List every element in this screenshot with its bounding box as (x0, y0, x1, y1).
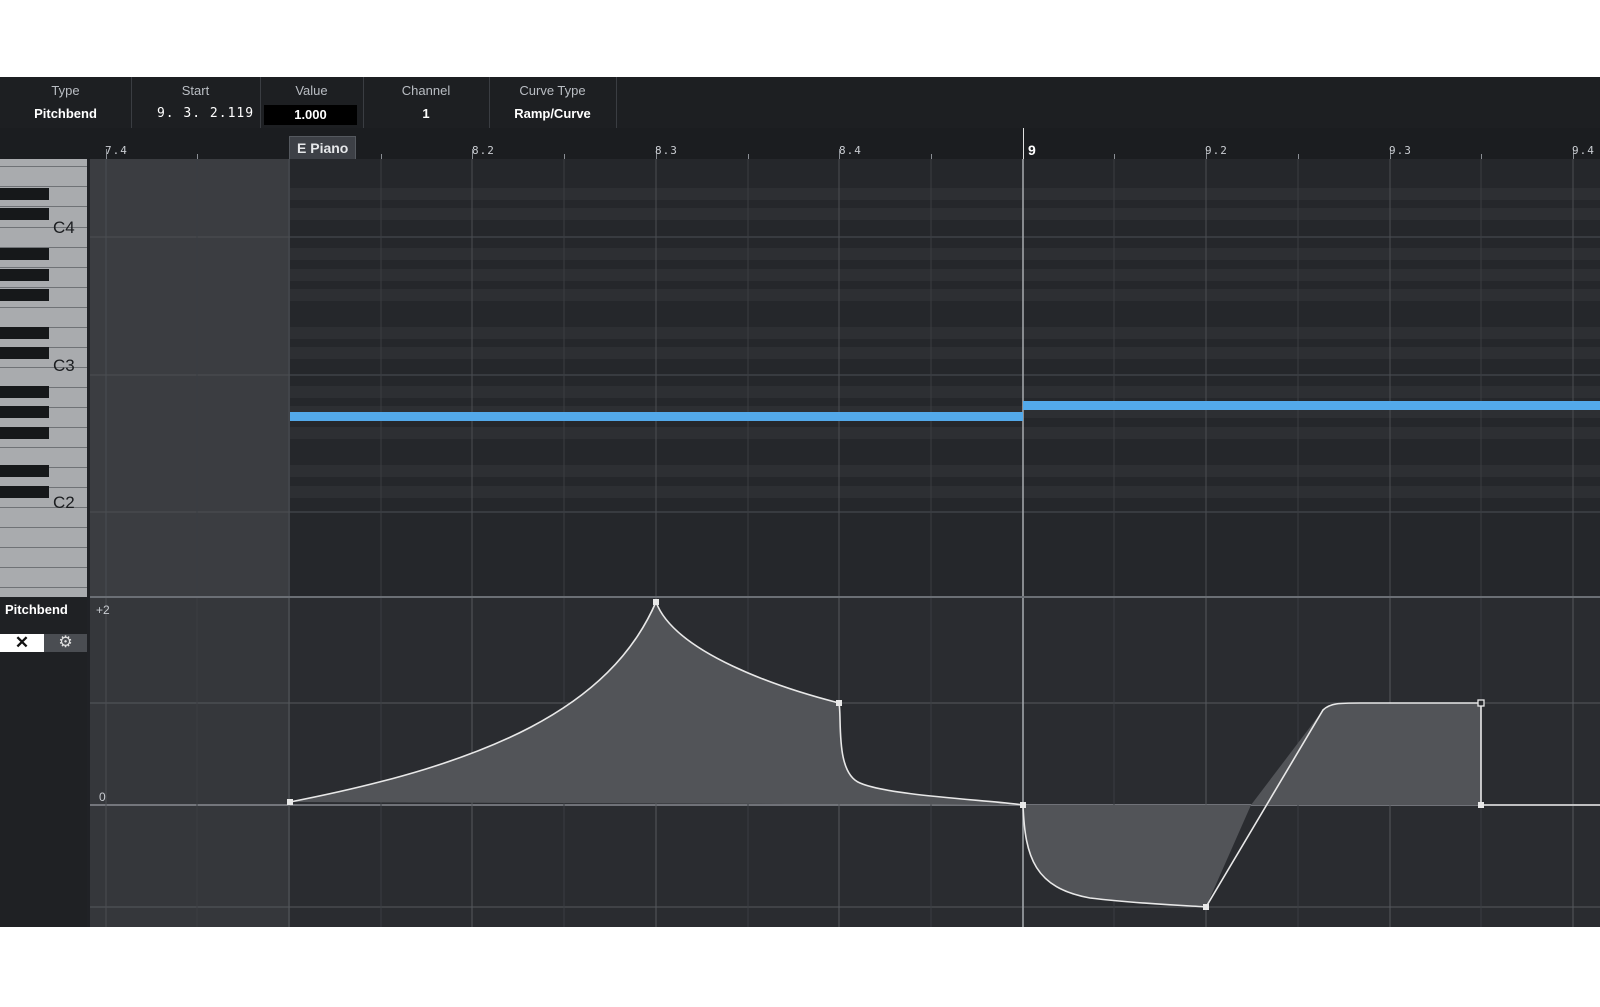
key-label-c3: C3 (53, 356, 75, 375)
white-key[interactable] (0, 588, 87, 597)
curve-type-label: Curve Type (519, 83, 586, 98)
black-key[interactable] (0, 486, 49, 498)
ruler-bar-tick (1023, 128, 1024, 159)
start-label: Start (181, 83, 210, 98)
curve-point[interactable] (1020, 802, 1026, 808)
curve-point[interactable] (287, 799, 293, 805)
ruler-label: 9.3 (1389, 144, 1412, 157)
black-key[interactable] (0, 465, 49, 477)
black-key[interactable] (0, 347, 49, 359)
white-key[interactable] (0, 167, 87, 187)
ruler-label: 7.4 (105, 144, 128, 157)
key-label-c2: C2 (53, 493, 75, 512)
black-key[interactable] (0, 406, 49, 418)
value-input[interactable]: 1.000 (264, 105, 357, 125)
midi-note[interactable] (290, 412, 1023, 421)
axis-label-zero: 0 (99, 790, 106, 804)
pre-part-region (90, 598, 290, 927)
gear-icon[interactable]: ⚙ (44, 634, 87, 652)
ruler-bar-label: 9 (1028, 142, 1036, 158)
controller-lane-name[interactable]: Pitchbend (5, 602, 68, 617)
black-key[interactable] (0, 248, 49, 260)
white-key[interactable] (0, 308, 87, 328)
white-key[interactable] (0, 548, 87, 568)
ruler[interactable]: 7.4 8.2 8.3 8.4 9 9.2 9.3 9.4 E Piano (0, 128, 1600, 160)
curve-point[interactable] (1478, 802, 1484, 808)
value-field[interactable]: Value 1.000 (260, 77, 364, 128)
channel-field[interactable]: Channel 1 (363, 77, 490, 128)
ruler-label: 9.2 (1205, 144, 1228, 157)
black-key[interactable] (0, 427, 49, 439)
info-line: Type Pitchbend Start 9. 3. 2.119 Value 1… (0, 77, 1600, 128)
curve-point[interactable] (1203, 904, 1209, 910)
value-label: Value (295, 83, 328, 98)
type-value[interactable]: Pitchbend (0, 106, 131, 121)
part-name-label[interactable]: E Piano (289, 136, 357, 160)
ruler-label: 8.4 (839, 144, 862, 157)
key-label-c4: C4 (53, 218, 75, 237)
curve-point-selected[interactable] (1477, 699, 1485, 707)
axis-label-top: +2 (96, 603, 110, 617)
black-key[interactable] (0, 188, 49, 200)
channel-value[interactable]: 1 (363, 106, 489, 121)
start-value[interactable]: 9. 3. 2.119 (151, 106, 260, 121)
curve-point[interactable] (836, 700, 842, 706)
curve-fill (1023, 805, 1251, 907)
close-icon[interactable]: ✕ (0, 634, 44, 652)
black-key[interactable] (0, 269, 49, 281)
channel-label: Channel (401, 83, 451, 98)
note-display[interactable] (90, 159, 1600, 597)
controller-lane[interactable]: +2 0 (90, 598, 1600, 927)
white-key[interactable] (0, 568, 87, 588)
curve-type-field[interactable]: Curve Type Ramp/Curve (489, 77, 617, 128)
controller-lane-header: Pitchbend ✕ ⚙ (0, 598, 87, 927)
black-key[interactable] (0, 208, 49, 220)
type-field[interactable]: Type Pitchbend (0, 77, 132, 128)
curve-point[interactable] (653, 599, 659, 605)
black-key[interactable] (0, 289, 49, 301)
ruler-label: 9.4 (1572, 144, 1595, 157)
ruler-label: 8.3 (655, 144, 678, 157)
midi-note[interactable] (1023, 401, 1600, 410)
white-key[interactable] (0, 159, 87, 167)
pre-part-region (90, 159, 290, 597)
note-grid (90, 159, 1600, 597)
ruler-label: 8.2 (472, 144, 495, 157)
white-key[interactable] (0, 528, 87, 548)
type-label: Type (51, 83, 80, 98)
piano-keyboard[interactable]: C4 C3 C2 (0, 159, 87, 597)
start-field[interactable]: Start 9. 3. 2.119 (131, 77, 261, 128)
key-editor: Type Pitchbend Start 9. 3. 2.119 Value 1… (0, 77, 1600, 927)
black-key[interactable] (0, 327, 49, 339)
pitchbend-curve-display (90, 598, 1600, 927)
curve-type-value[interactable]: Ramp/Curve (489, 106, 616, 121)
curve-fill (1251, 703, 1481, 805)
black-key[interactable] (0, 386, 49, 398)
